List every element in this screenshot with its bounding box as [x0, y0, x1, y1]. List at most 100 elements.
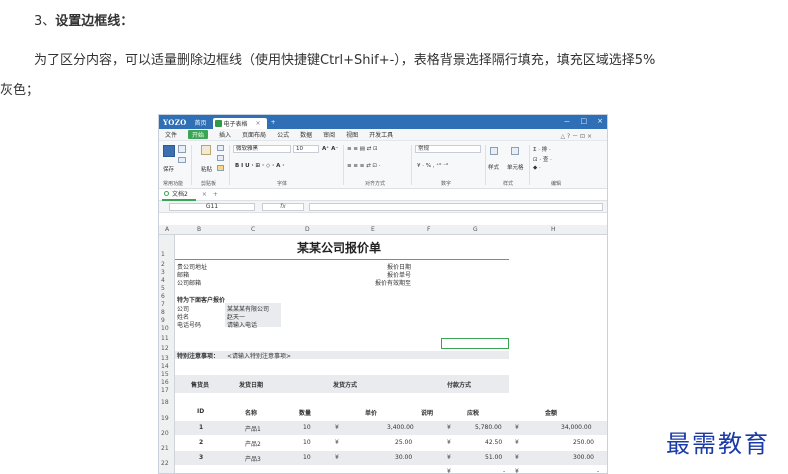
cell-price: 30.00: [395, 454, 413, 461]
name-box[interactable]: G11: [169, 203, 255, 211]
close-tab-icon[interactable]: ×: [256, 120, 261, 127]
cell-currency: ¥: [515, 468, 519, 474]
copy-icon[interactable]: [217, 155, 224, 161]
row-header[interactable]: 8: [161, 309, 165, 316]
fill-icon[interactable]: ⊡ · 查 ·: [533, 155, 552, 163]
clear-icon[interactable]: ◆ ·: [533, 165, 541, 171]
row-header[interactable]: 6: [161, 293, 165, 300]
paragraph-line-2: 灰色；: [0, 83, 40, 98]
cell-dash: -: [503, 468, 506, 474]
font-name-select[interactable]: 微软雅黑: [233, 145, 291, 153]
column-header[interactable]: E: [371, 226, 375, 233]
menu-bar: 文件 开始 插入 页面布局 公式 数据 审阅 视图 开发工具 △ ? － ⊡ ×: [159, 129, 607, 141]
menu-file[interactable]: 文件: [165, 130, 177, 139]
company-email-label: 公司邮箱: [177, 280, 202, 287]
row-header[interactable]: 12: [161, 345, 169, 352]
column-header[interactable]: F: [427, 226, 430, 233]
row-header[interactable]: 4: [161, 277, 165, 284]
save-icon[interactable]: [163, 145, 175, 157]
menu-developer[interactable]: 开发工具: [369, 130, 393, 139]
close-window-icon[interactable]: ×: [597, 117, 603, 127]
number-format-icons[interactable]: ¥ · % , ⁺⁰ ⁻⁰: [417, 163, 448, 169]
font-size-select[interactable]: 10: [293, 145, 319, 153]
row-header[interactable]: 2: [161, 261, 165, 268]
format-painter-icon[interactable]: [217, 165, 224, 171]
cell-price: 3,400.00: [387, 424, 414, 431]
menu-start[interactable]: 开始: [188, 130, 209, 139]
sheet-tab[interactable]: 文档2: [162, 189, 196, 201]
column-header[interactable]: C: [251, 226, 255, 233]
styles-icon[interactable]: [490, 147, 498, 155]
cell-tax: 42.50: [485, 439, 503, 446]
font-style-icons[interactable]: B I U · ⊞ · ◇ · A ·: [235, 163, 284, 169]
column-header[interactable]: D: [305, 226, 310, 233]
row-header[interactable]: 10: [161, 325, 169, 332]
menu-data[interactable]: 数据: [300, 130, 312, 139]
minimize-icon[interactable]: －: [564, 117, 571, 127]
sum-icon[interactable]: Σ · 排 ·: [533, 145, 551, 153]
row-header[interactable]: 11: [161, 335, 169, 342]
row-header[interactable]: 13: [161, 355, 169, 362]
formula-input[interactable]: [309, 203, 603, 211]
row-header[interactable]: 21: [161, 445, 169, 452]
align-bottom-icons[interactable]: ≡ ≡ ≡ ⇄ ⊡ ·: [347, 163, 381, 169]
home-tab[interactable]: 首页: [195, 118, 207, 127]
cell-amount: 34,000.00: [561, 424, 592, 431]
row-header[interactable]: 20: [161, 430, 169, 437]
pay-method-label: 付款方式: [447, 382, 472, 389]
number-format-select[interactable]: 常规: [415, 145, 481, 153]
row-header[interactable]: 15: [161, 371, 169, 378]
row-header[interactable]: 14: [161, 363, 169, 370]
menu-page-layout[interactable]: 页面布局: [242, 130, 266, 139]
row-fill: [175, 451, 607, 465]
group-label-font: 字体: [277, 181, 288, 187]
row-header[interactable]: 18: [161, 399, 169, 406]
menu-insert[interactable]: 插入: [219, 130, 231, 139]
menu-view[interactable]: 视图: [346, 130, 358, 139]
add-doc-button[interactable]: +: [213, 191, 218, 198]
row-header[interactable]: 22: [161, 460, 169, 467]
menu-right-controls[interactable]: △ ? － ⊡ ×: [561, 131, 592, 140]
ribbon-separator: [191, 145, 192, 185]
notes-value: <请输入特别注意事项>: [227, 353, 292, 360]
fx-icon[interactable]: fx: [262, 203, 304, 211]
cell-icon[interactable]: [511, 147, 519, 155]
paste-icon[interactable]: [201, 145, 211, 155]
undo-icon[interactable]: [178, 157, 186, 163]
cell-name: 产品3: [245, 456, 261, 463]
row-header[interactable]: 7: [161, 301, 165, 308]
cell-currency: ¥: [335, 424, 339, 431]
ribbon-separator: [485, 145, 486, 185]
row-header[interactable]: 17: [161, 387, 169, 394]
row-header[interactable]: 19: [161, 415, 169, 422]
align-top-icons[interactable]: ≡ ≡ ▤ ⇄ ⊡: [347, 146, 378, 152]
maximize-icon[interactable]: □: [581, 117, 588, 127]
document-tab[interactable]: 电子表格 ×: [212, 118, 267, 129]
cut-icon[interactable]: [217, 145, 224, 151]
cell-currency: ¥: [515, 454, 519, 461]
menu-formula[interactable]: 公式: [277, 130, 289, 139]
column-header[interactable]: H: [551, 226, 556, 233]
column-header[interactable]: A: [165, 226, 169, 233]
selected-cell[interactable]: [441, 338, 509, 349]
row-header[interactable]: 1: [161, 251, 165, 258]
new-tab-button[interactable]: +: [271, 119, 276, 126]
paragraph-line-1: 为了区分内容，可以适量删除边框线（使用快捷键Ctrl+Shif+-），表格背景选…: [34, 53, 656, 68]
cell-qty: 10: [303, 439, 311, 446]
row-header[interactable]: 3: [161, 269, 165, 276]
column-header[interactable]: G: [473, 226, 478, 233]
row-header[interactable]: 5: [161, 285, 165, 292]
menu-review[interactable]: 审阅: [323, 130, 335, 139]
cell-currency: ¥: [447, 439, 451, 446]
column-header[interactable]: B: [197, 226, 201, 233]
notes-fill: [175, 351, 509, 359]
close-doc-icon[interactable]: ×: [202, 191, 207, 198]
grow-font-icon[interactable]: A⁺ A⁻: [322, 146, 338, 152]
style-label: 样式: [488, 165, 500, 171]
row-header[interactable]: 9: [161, 317, 165, 324]
sheet-grid: A B C D E F G H 1 2 3 4 5 6 7 8 9 10 11 12 13 14 15 16 1…: [159, 225, 607, 474]
spreadsheet-screenshot: YOZO 首页 电子表格 × + － □ × 文件 开始 插入 页面布局 公式 …: [158, 114, 608, 474]
cell-tax: 5,780.00: [475, 424, 502, 431]
row-header[interactable]: 16: [161, 379, 169, 386]
print-icon[interactable]: [178, 145, 186, 153]
